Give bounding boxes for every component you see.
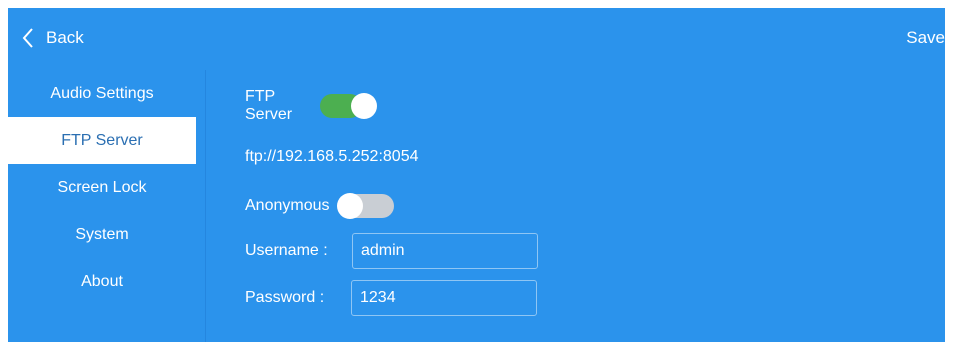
sidebar-item-system[interactable]: System <box>8 211 196 258</box>
toggle-knob <box>336 193 363 219</box>
ftp-url-row: ftp://192.168.5.252:8054 <box>245 148 418 166</box>
sidebar-item-audio-settings[interactable]: Audio Settings <box>8 70 196 117</box>
top-bar: Back Save <box>8 8 945 64</box>
chevron-left-icon <box>22 28 34 48</box>
sidebar-item-about[interactable]: About <box>8 258 196 305</box>
toggle-knob <box>351 93 378 119</box>
sidebar-item-ftp-server[interactable]: FTP Server <box>8 117 196 164</box>
anonymous-label: Anonymous <box>245 197 330 214</box>
ftp-server-label: FTP Server <box>245 88 293 123</box>
ftp-url: ftp://192.168.5.252:8054 <box>245 148 419 165</box>
anonymous-row: Anonymous <box>245 193 394 219</box>
ftp-server-row: FTP Server <box>245 88 378 124</box>
sidebar-divider <box>205 70 206 342</box>
password-row: Password : <box>245 280 537 316</box>
save-button[interactable]: Save <box>906 28 945 48</box>
password-input[interactable] <box>351 280 537 316</box>
username-input[interactable] <box>352 233 538 269</box>
ftp-server-toggle[interactable] <box>320 93 378 119</box>
sidebar: Audio Settings FTP Server Screen Lock Sy… <box>8 70 196 305</box>
sidebar-item-screen-lock[interactable]: Screen Lock <box>8 164 196 211</box>
settings-screen: Back Save Audio Settings FTP Server Scre… <box>8 8 945 342</box>
username-row: Username : <box>245 233 538 269</box>
anonymous-toggle[interactable] <box>336 193 394 219</box>
back-label: Back <box>46 28 84 47</box>
back-button[interactable]: Back <box>22 26 84 50</box>
password-label: Password : <box>245 289 325 306</box>
username-label: Username : <box>245 242 328 259</box>
